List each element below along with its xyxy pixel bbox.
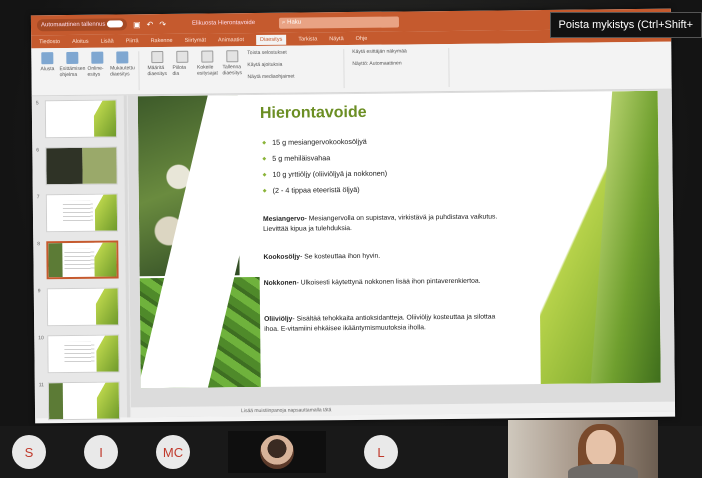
monitor-column: Käytä esittäjän näkymää Näyttö: Automaat… (352, 48, 442, 67)
search-icon: ⌕ (282, 19, 286, 26)
save-icon[interactable]: ▣ (133, 20, 141, 29)
slide-thumbnail[interactable]: 10 (38, 334, 124, 374)
setup-show-button[interactable]: Määritä diaesitys (147, 50, 167, 77)
custom-show-button[interactable]: Mukautettu diaesitys (110, 51, 135, 78)
autosave-toggle[interactable]: Automaattinen tallennus (36, 18, 128, 31)
slide-thumbnail[interactable]: 11 (39, 381, 125, 421)
paragraph-olive[interactable]: Oliiviöljy- Sisältää tehokkaita antioksi… (264, 312, 504, 335)
self-video[interactable] (508, 420, 658, 478)
tab-file[interactable]: Tiedosto (39, 39, 60, 45)
online-icon (91, 51, 104, 64)
notes-bar[interactable]: Lisää muistiinpanoja napsauttamalla tätä (130, 401, 676, 418)
ingredient-list[interactable]: 15 g mesiangervokookosöljyä 5 g mehiläis… (262, 134, 387, 200)
paragraph-meadowsweet[interactable]: Mesiangervo- Mesiangervolla on supistava… (263, 212, 503, 235)
hide-slide-icon (176, 50, 189, 63)
record-icon (226, 50, 239, 63)
search-input[interactable]: ⌕ Haku (278, 16, 400, 29)
participant-avatar[interactable]: MC (156, 435, 190, 469)
ribbon-group-start: Alusta Esittämisen ohjelma Online-esitys… (37, 51, 140, 92)
tab-review[interactable]: Tarkista (298, 36, 317, 42)
participant-avatar[interactable]: S (12, 435, 46, 469)
presenter-icon (66, 51, 79, 64)
presenter-view-checkbox[interactable]: Käytä esittäjän näkymää (352, 48, 442, 55)
slide-thumbnails[interactable]: 5 6 7 8 9 10 11 (31, 95, 132, 421)
list-item: 15 g mesiangervokookosöljyä (262, 134, 387, 151)
ribbon-group-monitors: Käytä esittäjän näkymää Näyttö: Automaat… (352, 47, 450, 88)
custom-show-icon (116, 51, 129, 64)
paragraph-coconut[interactable]: Kookosöljy- Se kosteuttaa ihon hyvin. (263, 250, 503, 263)
tab-help[interactable]: Ohje (356, 35, 368, 41)
tab-design[interactable]: Rakenne (151, 37, 173, 43)
slide-thumbnail-selected[interactable]: 8 (37, 240, 123, 280)
undo-icon[interactable]: ↶ (147, 20, 154, 29)
online-present-button[interactable]: Online-esitys (87, 51, 107, 78)
presenter-button[interactable]: Esittämisen ohjelma (59, 51, 85, 78)
tab-slideshow[interactable]: Diaesitys (255, 34, 287, 45)
hide-slide-button[interactable]: Piilota dia (172, 50, 192, 77)
rehearse-button[interactable]: Kokeile esitysajat (197, 50, 218, 77)
media-controls-checkbox[interactable]: Näytä mediaohjaimet (248, 73, 338, 80)
tab-draw[interactable]: Piirrä (126, 38, 139, 44)
toggle-switch[interactable] (107, 20, 124, 29)
play-icon (41, 52, 54, 65)
slide-thumbnail[interactable]: 9 (38, 287, 124, 327)
current-slide[interactable]: Hierontavoide 15 g mesiangervokookosöljy… (137, 90, 661, 389)
ribbon: Alusta Esittämisen ohjelma Online-esitys… (31, 41, 672, 97)
document-title: Elikuosta Hierontavoide (191, 20, 256, 27)
tab-home[interactable]: Aloitus (72, 38, 89, 44)
participant-tile[interactable] (228, 431, 326, 473)
slide-thumbnail[interactable]: 6 (36, 146, 122, 186)
unmute-tooltip: Poista mykistys (Ctrl+Shift+ (549, 12, 702, 38)
participant-avatar[interactable]: L (364, 435, 398, 469)
tab-animations[interactable]: Animaatiot (218, 37, 244, 43)
list-item: 10 g yrttiöljy (oliiviöljyä ja nokkonen) (262, 166, 387, 183)
setup-icon (151, 50, 164, 64)
main-area: 5 6 7 8 9 10 11 Hierontavoide 15 g mesia… (31, 89, 676, 421)
tab-transitions[interactable]: Siirtymät (185, 37, 206, 43)
play-narrations-checkbox[interactable]: Toista selostukset (247, 49, 337, 56)
use-timings-checkbox[interactable]: Käytä ajoituksia (247, 61, 337, 68)
tab-insert[interactable]: Lisää (101, 38, 114, 44)
monitor-dropdown[interactable]: Näyttö: Automaattinen (352, 60, 442, 67)
list-item: (2 - 4 tippaa eteeristä öljyä) (263, 182, 388, 199)
record-button[interactable]: Tallenna diaesitys (222, 50, 242, 76)
slide-thumbnail[interactable]: 5 (36, 99, 122, 139)
timer-icon (201, 50, 214, 63)
slide-canvas: Hierontavoide 15 g mesiangervokookosöljy… (127, 89, 676, 418)
powerpoint-window: Automaattinen tallennus ▣ ↶ ↷ Elikuosta … (30, 8, 676, 424)
options-column: Toista selostukset Käytä ajoituksia Näyt… (247, 49, 337, 80)
redo-icon[interactable]: ↷ (159, 19, 166, 28)
tab-view[interactable]: Näytä (329, 36, 343, 42)
slide-thumbnail[interactable]: 7 (37, 193, 123, 233)
ribbon-group-setup: Määritä diaesitys Piilota dia Kokeile es… (147, 49, 345, 91)
participant-avatar[interactable]: I (84, 435, 118, 469)
from-beginning-button[interactable]: Alusta (37, 52, 57, 72)
paragraph-nettle[interactable]: Nokkonen- Ulkoisesti käytettynä nokkonen… (264, 276, 504, 289)
list-item: 5 g mehiläisvahaa (262, 150, 387, 167)
profile-photo (260, 435, 294, 469)
slide-title[interactable]: Hierontavoide (260, 104, 367, 123)
